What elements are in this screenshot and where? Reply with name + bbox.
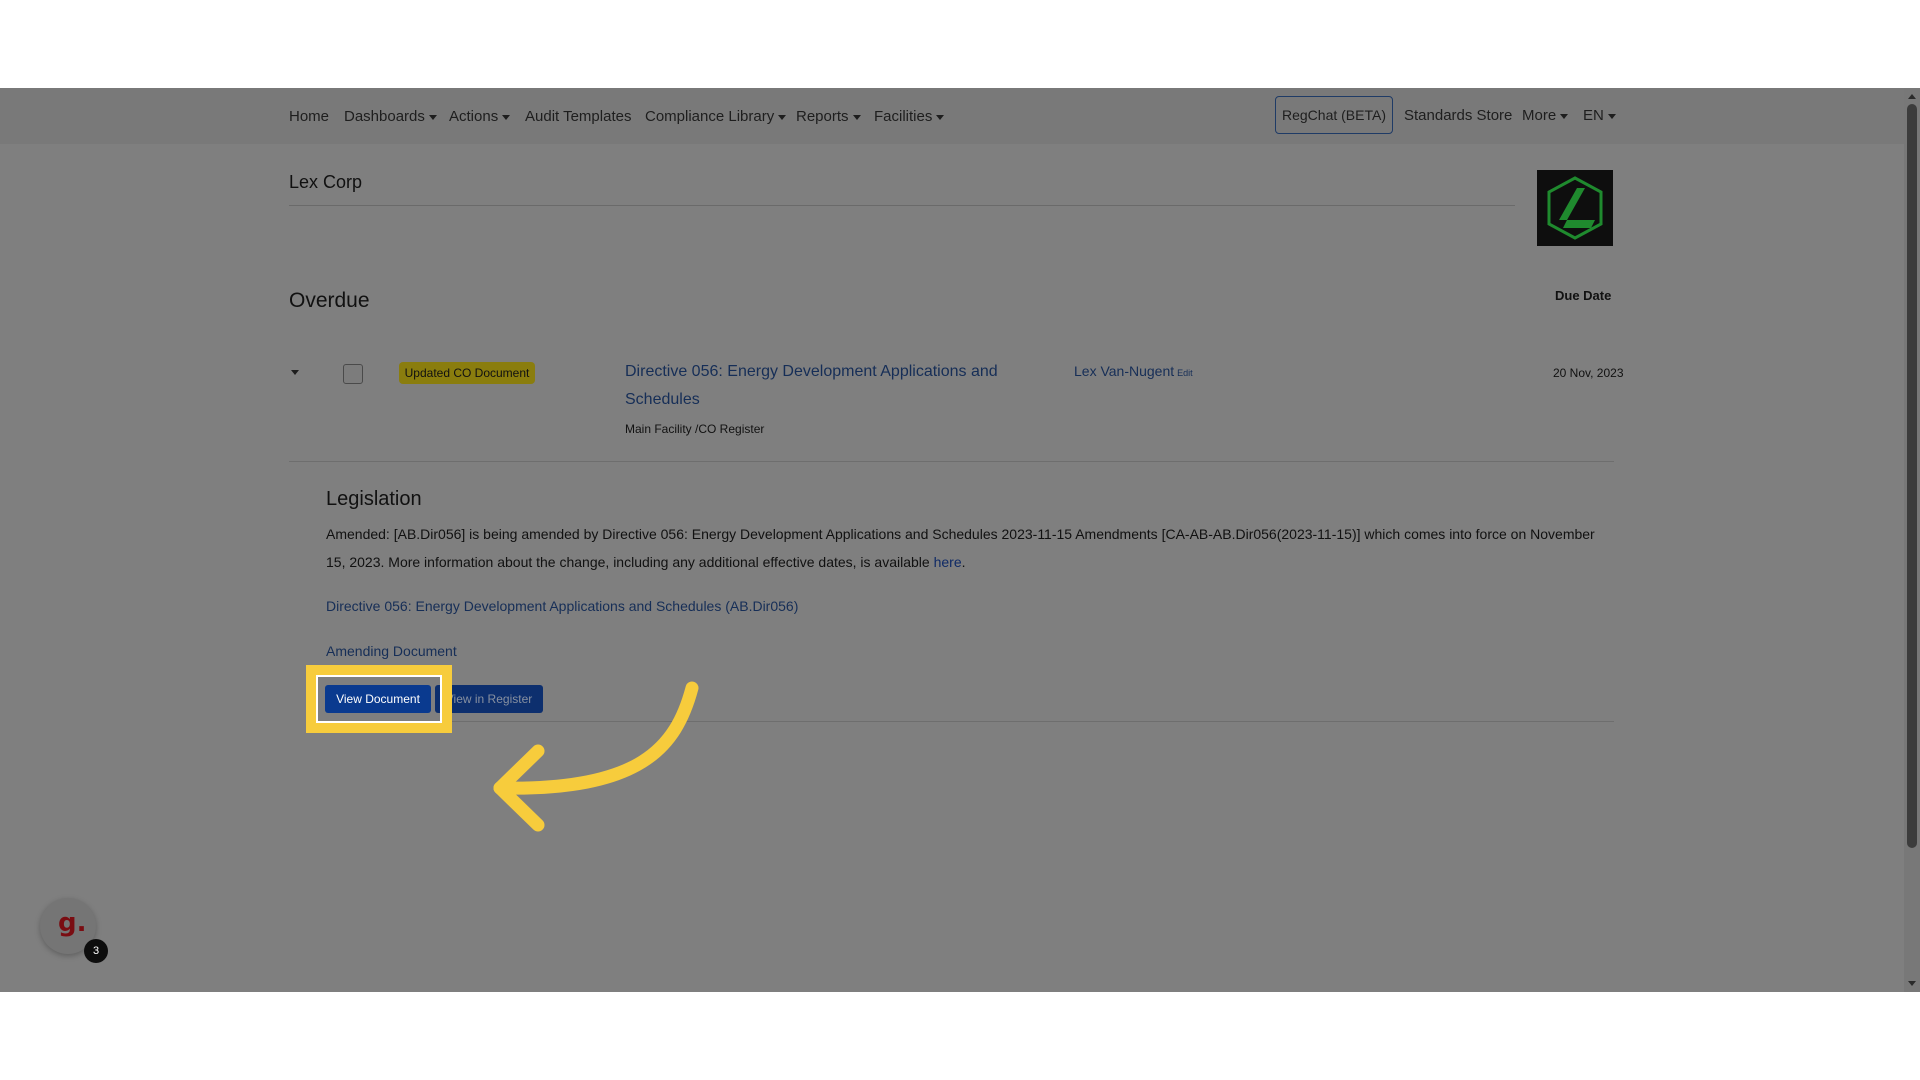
company-name: Lex Corp [289,172,363,192]
section-title: Overdue [289,289,370,312]
nav-facilities[interactable]: Facilities [874,108,945,125]
scroll-down-arrow-icon[interactable] [1908,981,1916,986]
nav-reports[interactable]: Reports [796,108,861,125]
divider [289,205,1515,206]
nav-home[interactable]: Home [289,108,329,125]
vertical-scrollbar[interactable] [1904,88,1920,992]
assignee-link[interactable]: Lex Van-Nugent [1074,363,1174,379]
directive-link[interactable]: Directive 056: Energy Development Applic… [326,598,798,614]
lex-corp-logo-icon [1547,176,1603,240]
nav-audit-templates[interactable]: Audit Templates [525,108,631,125]
amending-document-link[interactable]: Amending Document [326,643,457,659]
scroll-up-arrow-icon[interactable] [1908,94,1916,99]
notification-count-badge: 3 [84,939,108,963]
here-link[interactable]: here [934,554,962,570]
due-date-header: Due Date [1555,288,1612,303]
caret-down-icon [428,114,437,120]
nav-dashboards[interactable]: Dashboards [344,108,437,125]
help-widget-button[interactable]: g. 3 [40,898,108,963]
legislation-heading: Legislation [326,488,422,510]
caret-down-icon [502,114,511,120]
company-logo [1537,170,1613,246]
view-document-button[interactable]: View Document [325,685,431,713]
assignee: Lex Van-Nugent Edit [1074,363,1193,379]
nav-standards-store[interactable]: Standards Store [1404,107,1512,124]
annotation-arrow-icon [493,681,699,832]
caret-down-icon [936,114,945,120]
app-viewport: Home Dashboards Actions Audit Templates … [0,88,1920,992]
caret-down-icon [852,114,861,120]
top-navbar: Home Dashboards Actions Audit Templates … [0,88,1904,144]
nav-more[interactable]: More [1522,107,1569,124]
language-selector[interactable]: EN [1583,107,1616,124]
caret-down-icon [1560,113,1569,119]
expand-row-caret-icon[interactable] [291,370,299,375]
caret-down-icon [778,114,787,120]
legislation-body: Amended: [AB.Dir056] is being amended by… [326,526,1595,570]
document-title-link[interactable]: Directive 056: Energy Development Applic… [625,358,1045,414]
caret-down-icon [1607,113,1616,119]
status-badge: Updated CO Document [399,362,535,384]
divider [289,461,1614,462]
scrollbar-thumb[interactable] [1907,104,1917,848]
nav-compliance-library[interactable]: Compliance Library [645,108,787,125]
document-location: Main Facility /CO Register [625,422,765,436]
nav-actions[interactable]: Actions [449,108,511,125]
edit-assignee-link[interactable]: Edit [1177,368,1193,378]
due-date: 20 Nov, 2023 [1553,366,1624,380]
regchat-button[interactable]: RegChat (BETA) [1275,96,1393,134]
row-checkbox[interactable] [343,364,363,384]
widget-logo: g. [58,908,87,938]
